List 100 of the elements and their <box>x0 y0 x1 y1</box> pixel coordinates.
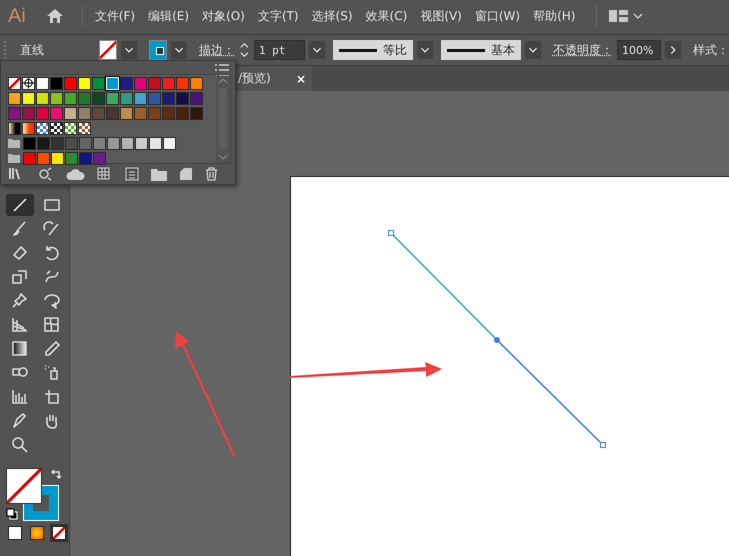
fill-swatch[interactable] <box>98 40 117 60</box>
color-swatch[interactable] <box>190 76 203 90</box>
color-swatch[interactable] <box>65 136 78 150</box>
menu-item[interactable]: 对象(O) <box>202 8 245 24</box>
gradient-mode-button[interactable] <box>28 524 46 542</box>
color-swatch[interactable] <box>78 122 91 134</box>
folder-icon[interactable] <box>8 138 20 148</box>
color-swatch[interactable] <box>176 76 189 90</box>
color-swatch[interactable] <box>93 136 106 150</box>
color-swatch[interactable] <box>78 92 91 104</box>
opacity-label[interactable]: 不透明度： <box>552 42 613 58</box>
caret-icon[interactable] <box>524 40 541 60</box>
color-swatch[interactable] <box>8 122 21 134</box>
color-swatch[interactable] <box>162 106 175 120</box>
color-swatch[interactable] <box>120 106 133 120</box>
swap-arrow-icon[interactable] <box>50 468 62 480</box>
color-swatch[interactable] <box>37 152 50 164</box>
caret-icon[interactable] <box>308 40 326 60</box>
color-swatch[interactable] <box>190 92 203 104</box>
color-swatch[interactable] <box>120 92 133 104</box>
width-profile-dropdown[interactable]: 等比 <box>333 40 413 60</box>
color-swatch[interactable] <box>148 106 161 120</box>
color-swatch[interactable] <box>92 76 105 90</box>
color-swatch[interactable] <box>8 106 21 120</box>
menu-item[interactable]: 视图(V) <box>420 8 462 24</box>
menu-item[interactable]: 效果(C) <box>366 8 408 24</box>
color-swatch[interactable] <box>36 92 49 104</box>
fill-swatch[interactable] <box>6 468 42 504</box>
color-swatch[interactable] <box>106 92 119 104</box>
menu-item[interactable]: 文字(T) <box>258 8 299 24</box>
color-swatch[interactable] <box>8 76 21 90</box>
color-swatch[interactable] <box>148 92 161 104</box>
share-icon[interactable] <box>37 167 53 181</box>
menu-item[interactable]: 选择(S) <box>312 8 353 24</box>
trash-icon[interactable] <box>205 167 218 181</box>
color-swatch[interactable] <box>36 122 49 134</box>
menu-item[interactable]: 帮助(H) <box>533 8 576 24</box>
color-swatch[interactable] <box>134 92 147 104</box>
color-swatch[interactable] <box>64 92 77 104</box>
color-swatch[interactable] <box>162 76 175 90</box>
new-swatch-icon[interactable] <box>179 167 193 181</box>
color-swatch[interactable] <box>148 76 161 90</box>
color-swatch[interactable] <box>50 106 63 120</box>
color-swatch[interactable] <box>36 76 49 90</box>
color-swatch[interactable] <box>190 106 203 120</box>
spinner-icon[interactable] <box>239 40 250 60</box>
color-swatch[interactable] <box>23 136 36 150</box>
color-swatch[interactable] <box>92 106 105 120</box>
color-swatch[interactable] <box>65 152 78 164</box>
color-swatch[interactable] <box>22 92 35 104</box>
color-swatch[interactable] <box>134 106 147 120</box>
color-swatch[interactable] <box>93 152 106 164</box>
document-tab[interactable]: /预览) × <box>236 66 312 91</box>
default-colors-icon[interactable] <box>6 508 18 520</box>
color-swatch[interactable] <box>78 76 91 90</box>
color-swatch[interactable] <box>36 106 49 120</box>
color-swatch[interactable] <box>64 122 77 134</box>
folder-icon[interactable] <box>151 168 167 180</box>
line-tool-button[interactable] <box>6 194 34 216</box>
menu-item[interactable]: 窗口(W) <box>474 8 520 24</box>
color-swatch[interactable] <box>50 122 63 134</box>
color-swatch[interactable] <box>50 76 63 90</box>
color-swatch[interactable] <box>22 106 35 120</box>
color-swatch[interactable] <box>23 152 36 164</box>
list-options-icon[interactable] <box>125 167 139 181</box>
folder-icon[interactable] <box>8 153 20 163</box>
color-swatch[interactable] <box>135 136 148 150</box>
color-swatch[interactable] <box>8 92 21 104</box>
color-swatch[interactable] <box>79 152 92 164</box>
brush-dropdown[interactable]: 基本 <box>440 40 521 60</box>
none-mode-button[interactable] <box>50 524 68 542</box>
color-swatch[interactable] <box>162 92 175 104</box>
menu-item[interactable]: 文件(F) <box>94 8 136 24</box>
color-swatch[interactable] <box>106 106 119 120</box>
home-icon[interactable] <box>46 8 64 24</box>
menu-item[interactable]: 编辑(E) <box>148 8 190 24</box>
color-swatch[interactable] <box>134 76 147 90</box>
stroke-weight-field[interactable]: 1 pt <box>254 40 305 60</box>
color-swatch[interactable] <box>120 76 133 90</box>
stroke-label[interactable]: 描边： <box>199 42 236 58</box>
color-swatch[interactable] <box>22 76 35 90</box>
color-swatch[interactable] <box>176 92 189 104</box>
chevron-right-icon[interactable] <box>664 40 681 60</box>
caret-icon[interactable] <box>416 40 433 60</box>
color-swatch[interactable] <box>37 136 50 150</box>
close-tab-button[interactable]: × <box>296 72 306 86</box>
opacity-field[interactable]: 100% <box>616 40 661 60</box>
stroke-swatch[interactable] <box>148 40 168 60</box>
panel-menu-icon[interactable] <box>215 64 229 76</box>
color-swatch[interactable] <box>51 152 64 164</box>
color-swatch[interactable] <box>107 136 120 150</box>
color-swatch[interactable] <box>64 106 77 120</box>
color-swatch[interactable] <box>64 76 77 90</box>
color-swatch[interactable] <box>51 136 64 150</box>
color-swatch[interactable] <box>50 92 63 104</box>
caret-icon[interactable] <box>171 40 188 60</box>
color-swatch[interactable] <box>149 136 162 150</box>
color-swatch[interactable] <box>176 106 189 120</box>
color-swatch[interactable] <box>79 136 92 150</box>
color-swatch[interactable] <box>121 136 134 150</box>
